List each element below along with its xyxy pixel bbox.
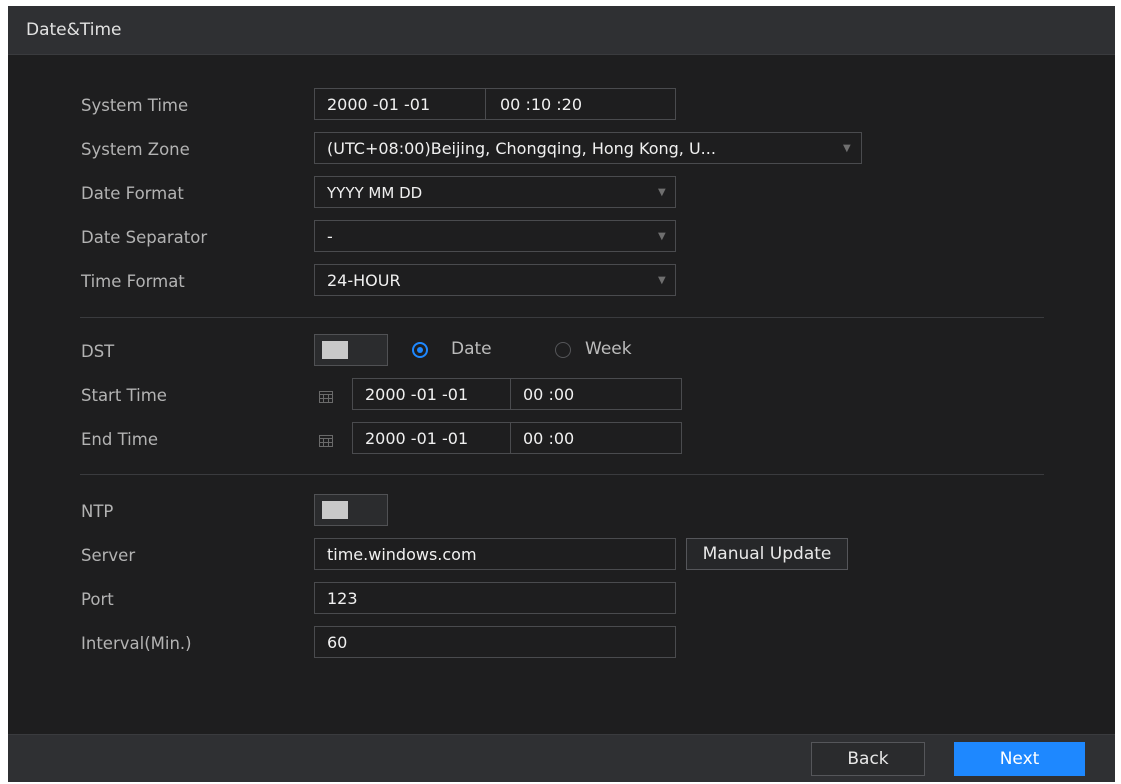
date-separator-select[interactable]: - ▼ (314, 220, 676, 252)
system-zone-select[interactable]: (UTC+08:00)Beijing, Chongqing, Hong Kong… (314, 132, 862, 164)
date-time-window: Date&Time System Time 2000 -01 -01 00 :1… (8, 6, 1115, 782)
port-input[interactable]: 123 (314, 582, 676, 614)
chevron-down-icon: ▼ (658, 187, 666, 198)
date-format-value: YYYY MM DD (327, 184, 423, 202)
start-time-field[interactable]: 2000 -01 -01 00 :00 (352, 378, 682, 410)
back-button[interactable]: Back (811, 742, 925, 776)
server-label: Server (81, 546, 136, 565)
toggle-knob (322, 501, 348, 519)
server-value: time.windows.com (327, 545, 477, 564)
calendar-icon[interactable] (319, 390, 333, 403)
calendar-icon[interactable] (319, 434, 333, 447)
server-input[interactable]: time.windows.com (314, 538, 676, 570)
interval-label: Interval(Min.) (81, 634, 192, 653)
system-zone-value: (UTC+08:00)Beijing, Chongqing, Hong Kong… (327, 139, 716, 158)
ntp-toggle[interactable] (314, 494, 388, 526)
chevron-down-icon: ▼ (843, 143, 851, 154)
start-time-label: Start Time (81, 386, 167, 405)
interval-input[interactable]: 60 (314, 626, 676, 658)
interval-value: 60 (327, 633, 348, 652)
system-time-divider (485, 89, 486, 119)
end-time-divider (510, 423, 511, 453)
dst-week-radio[interactable] (555, 342, 571, 358)
end-time-label: End Time (81, 430, 158, 449)
date-format-select[interactable]: YYYY MM DD ▼ (314, 176, 676, 208)
end-time-value[interactable]: 00 :00 (523, 429, 574, 448)
next-button[interactable]: Next (954, 742, 1085, 776)
system-zone-label: System Zone (81, 140, 190, 159)
end-time-field[interactable]: 2000 -01 -01 00 :00 (352, 422, 682, 454)
start-date-value[interactable]: 2000 -01 -01 (365, 385, 468, 404)
manual-update-button[interactable]: Manual Update (686, 538, 848, 570)
start-time-divider (510, 379, 511, 409)
date-format-label: Date Format (81, 184, 184, 203)
dst-label: DST (81, 342, 115, 361)
date-separator-value: - (327, 227, 333, 246)
time-format-label: Time Format (81, 272, 185, 291)
time-format-select[interactable]: 24-HOUR ▼ (314, 264, 676, 296)
radio-dot (417, 347, 423, 353)
system-time-clock[interactable]: 00 :10 :20 (500, 95, 582, 114)
chevron-down-icon: ▼ (658, 275, 666, 286)
section-divider (80, 474, 1044, 475)
date-separator-label: Date Separator (81, 228, 208, 247)
chevron-down-icon: ▼ (658, 231, 666, 242)
section-divider (80, 317, 1044, 318)
time-format-value: 24-HOUR (327, 271, 401, 290)
start-time-value[interactable]: 00 :00 (523, 385, 574, 404)
dst-date-radio[interactable] (412, 342, 428, 358)
ntp-label: NTP (81, 502, 114, 521)
window-title: Date&Time (26, 20, 122, 40)
port-label: Port (81, 590, 114, 609)
port-value: 123 (327, 589, 358, 608)
footer-bar: Back Next (8, 734, 1115, 782)
toggle-knob (322, 341, 348, 359)
system-time-label: System Time (81, 96, 189, 115)
title-bar: Date&Time (8, 6, 1115, 55)
dst-toggle[interactable] (314, 334, 388, 366)
end-date-value[interactable]: 2000 -01 -01 (365, 429, 468, 448)
dst-week-label: Week (585, 339, 632, 359)
system-time-field[interactable]: 2000 -01 -01 00 :10 :20 (314, 88, 676, 120)
dst-date-label: Date (451, 339, 492, 359)
system-time-date[interactable]: 2000 -01 -01 (327, 95, 430, 114)
